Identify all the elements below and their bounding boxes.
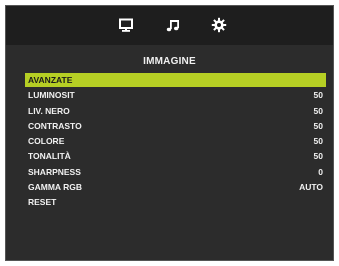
menu-item-colore[interactable]: COLORE 50 — [25, 134, 326, 149]
menu-item-label: AVANZATE — [28, 75, 73, 85]
menu-item-luminosit[interactable]: LUMINOSIT 50 — [25, 88, 326, 103]
menu-item-label: SHARPNESS — [28, 166, 81, 177]
gear-icon[interactable] — [211, 17, 227, 33]
menu-item-avanzate[interactable]: AVANZATE — [25, 73, 326, 87]
osd-menu-panel: IMMAGINE AVANZATE LUMINOSIT 50 LIV. NERO… — [5, 5, 334, 261]
picture-settings-list: AVANZATE LUMINOSIT 50 LIV. NERO 50 CONTR… — [25, 73, 326, 211]
osd-tab-bar — [6, 6, 333, 45]
menu-item-tonalita[interactable]: TONALITÀ 50 — [25, 149, 326, 164]
menu-item-label: GAMMA RGB — [28, 182, 82, 193]
menu-item-gamma-rgb[interactable]: GAMMA RGB AUTO — [25, 180, 326, 195]
menu-item-value: 50 — [313, 90, 323, 101]
menu-item-value: 50 — [313, 136, 323, 147]
menu-item-label: COLORE — [28, 136, 65, 147]
menu-item-label: TONALITÀ — [28, 151, 71, 162]
monitor-icon[interactable] — [118, 17, 134, 33]
menu-item-value: 50 — [313, 120, 323, 131]
menu-item-label: LUMINOSIT — [28, 90, 75, 101]
menu-item-value: 50 — [313, 151, 323, 162]
menu-item-label: CONTRASTO — [28, 120, 82, 131]
menu-item-reset[interactable]: RESET — [25, 195, 326, 210]
menu-item-value: 50 — [313, 105, 323, 116]
menu-item-label: RESET — [28, 197, 57, 208]
menu-title: IMMAGINE — [143, 56, 196, 67]
music-note-icon[interactable] — [165, 17, 181, 33]
menu-item-sharpness[interactable]: SHARPNESS 0 — [25, 165, 326, 180]
menu-item-value: AUTO — [299, 182, 323, 193]
menu-item-liv-nero[interactable]: LIV. NERO 50 — [25, 104, 326, 119]
menu-item-contrasto[interactable]: CONTRASTO 50 — [25, 119, 326, 134]
menu-item-value: 0 — [318, 166, 323, 177]
menu-item-label: LIV. NERO — [28, 105, 70, 116]
